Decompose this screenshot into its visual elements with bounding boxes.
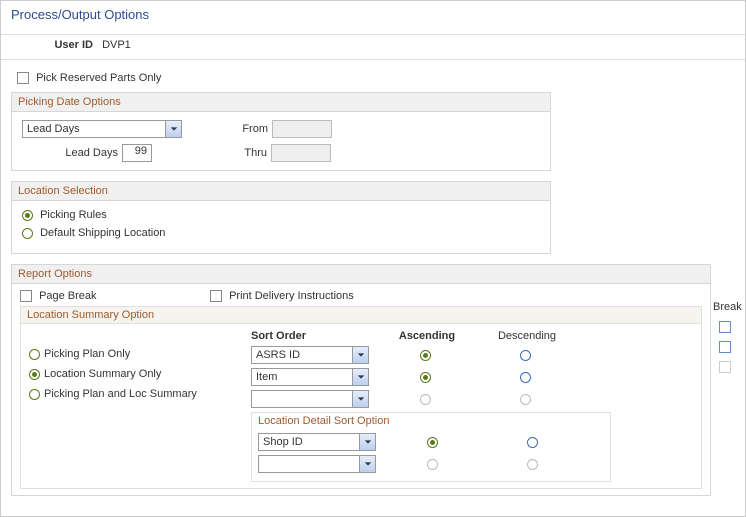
from-label: From bbox=[190, 123, 268, 135]
page-break-label: Page Break bbox=[39, 290, 96, 302]
detail-sort-row bbox=[258, 455, 604, 473]
desc-radio bbox=[520, 394, 531, 405]
sort-select-value: Shop ID bbox=[263, 436, 303, 448]
break-column: Break bbox=[713, 301, 741, 373]
chevron-down-icon bbox=[165, 121, 181, 137]
chevron-down-icon bbox=[352, 391, 368, 407]
location-detail-sort-title: Location Detail Sort Option bbox=[252, 413, 610, 429]
radio-icon bbox=[22, 228, 33, 239]
page-break-row: Page Break bbox=[20, 290, 210, 302]
loc-summary-title: Location Summary Option bbox=[21, 307, 701, 324]
thru-input bbox=[271, 144, 331, 162]
content: Pick Reserved Parts Only Picking Date Op… bbox=[1, 60, 745, 516]
descending-header: Descending bbox=[477, 330, 577, 342]
location-selection-title: Location Selection bbox=[12, 182, 550, 201]
report-options-group: Report Options Page Break Print Delivery… bbox=[11, 264, 711, 496]
sort-select-value: Item bbox=[256, 371, 277, 383]
asc-radio[interactable] bbox=[427, 437, 438, 448]
radio-icon bbox=[29, 389, 40, 400]
chevron-down-icon bbox=[352, 347, 368, 363]
break-header: Break bbox=[713, 301, 741, 313]
break-checkbox[interactable] bbox=[719, 321, 731, 333]
report-options-title: Report Options bbox=[12, 265, 710, 284]
page: Process/Output Options User ID DVP1 Pick… bbox=[0, 0, 746, 517]
sort-select[interactable] bbox=[251, 390, 369, 408]
location-option-default-shipping[interactable]: Default Shipping Location bbox=[22, 227, 540, 239]
loc-opt-label: Picking Plan and Loc Summary bbox=[44, 388, 197, 400]
loc-opt-plan-and-summary[interactable]: Picking Plan and Loc Summary bbox=[29, 388, 251, 400]
pick-reserved-row: Pick Reserved Parts Only bbox=[17, 72, 735, 84]
thru-label: Thru bbox=[156, 147, 267, 159]
chevron-down-icon bbox=[359, 434, 375, 450]
sort-select[interactable]: Item bbox=[251, 368, 369, 386]
picking-date-title: Picking Date Options bbox=[12, 93, 550, 112]
location-option-label: Default Shipping Location bbox=[40, 227, 165, 239]
print-delivery-checkbox[interactable] bbox=[210, 290, 222, 302]
detail-sort-select[interactable] bbox=[258, 455, 376, 473]
sort-select[interactable]: ASRS ID bbox=[251, 346, 369, 364]
sort-row: ASRS ID bbox=[251, 346, 693, 364]
sort-select-value: ASRS ID bbox=[256, 349, 300, 361]
user-id-value: DVP1 bbox=[102, 39, 131, 51]
location-option-label: Picking Rules bbox=[40, 209, 107, 221]
user-id-label: User ID bbox=[11, 39, 99, 51]
break-checkbox bbox=[719, 361, 731, 373]
lead-days-input[interactable]: 99 bbox=[122, 144, 152, 162]
chevron-down-icon bbox=[359, 456, 375, 472]
lead-days-label: Lead Days bbox=[22, 147, 118, 159]
from-input bbox=[272, 120, 332, 138]
radio-icon bbox=[22, 210, 33, 221]
chevron-down-icon bbox=[352, 369, 368, 385]
desc-radio[interactable] bbox=[520, 350, 531, 361]
picking-mode-value: Lead Days bbox=[27, 123, 80, 135]
print-delivery-row: Print Delivery Instructions bbox=[210, 290, 354, 302]
desc-radio bbox=[527, 459, 538, 470]
ascending-header: Ascending bbox=[377, 330, 477, 342]
location-detail-sort-group: Location Detail Sort Option Shop ID bbox=[251, 412, 611, 482]
asc-radio bbox=[427, 459, 438, 470]
loc-opt-picking-plan-only[interactable]: Picking Plan Only bbox=[29, 348, 251, 360]
sort-row: Item bbox=[251, 368, 693, 386]
pick-reserved-checkbox[interactable] bbox=[17, 72, 29, 84]
loc-opt-location-summary-only[interactable]: Location Summary Only bbox=[29, 368, 251, 380]
location-selection-group: Location Selection Picking Rules Default… bbox=[11, 181, 551, 254]
sort-order-header: Sort Order bbox=[251, 330, 377, 342]
loc-summary-group: Location Summary Option Picking Plan Onl… bbox=[20, 306, 702, 489]
radio-icon bbox=[29, 349, 40, 360]
detail-sort-row: Shop ID bbox=[258, 433, 604, 451]
pick-reserved-label: Pick Reserved Parts Only bbox=[36, 72, 161, 84]
desc-radio[interactable] bbox=[520, 372, 531, 383]
desc-radio[interactable] bbox=[527, 437, 538, 448]
loc-opt-label: Picking Plan Only bbox=[44, 348, 130, 360]
radio-icon bbox=[29, 369, 40, 380]
detail-sort-select[interactable]: Shop ID bbox=[258, 433, 376, 451]
picking-mode-select[interactable]: Lead Days bbox=[22, 120, 182, 138]
location-option-picking-rules[interactable]: Picking Rules bbox=[22, 209, 540, 221]
print-delivery-label: Print Delivery Instructions bbox=[229, 290, 354, 302]
user-row: User ID DVP1 bbox=[1, 35, 745, 60]
asc-radio bbox=[420, 394, 431, 405]
asc-radio[interactable] bbox=[420, 350, 431, 361]
asc-radio[interactable] bbox=[420, 372, 431, 383]
loc-opt-label: Location Summary Only bbox=[44, 368, 161, 380]
break-checkbox[interactable] bbox=[719, 341, 731, 353]
sort-row bbox=[251, 390, 693, 408]
page-break-checkbox[interactable] bbox=[20, 290, 32, 302]
page-title: Process/Output Options bbox=[1, 1, 745, 35]
picking-date-group: Picking Date Options Lead Days From Lead… bbox=[11, 92, 551, 171]
